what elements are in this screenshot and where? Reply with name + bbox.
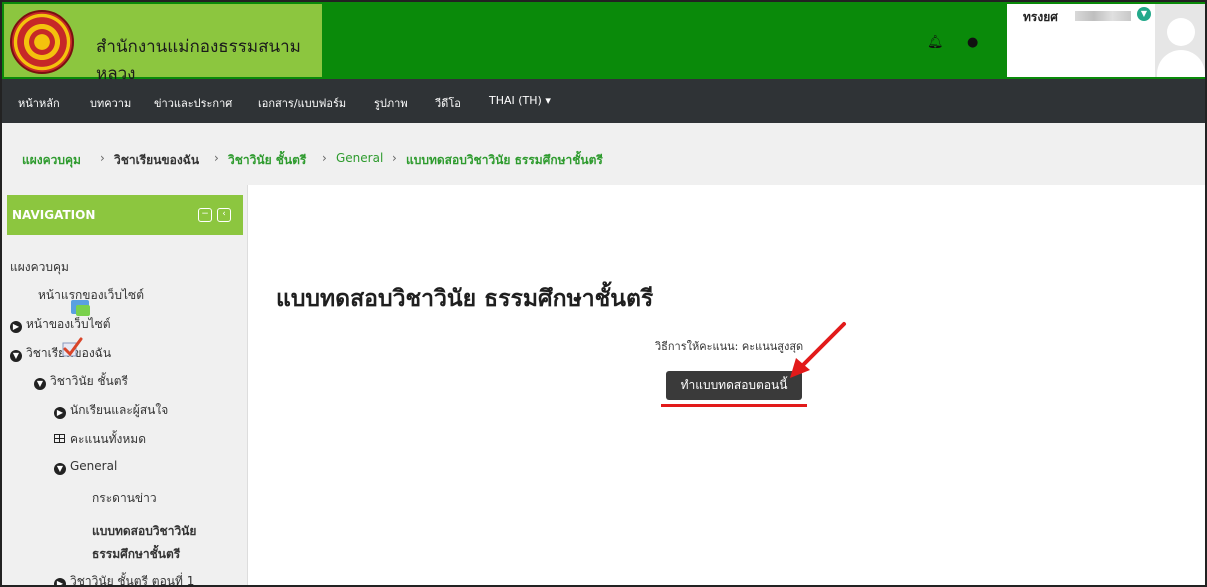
sidebar-item-section-1[interactable]: ▶ วิชาวินัย ชั้นตรี ตอนที่ 1 bbox=[54, 572, 194, 585]
quiz-icon bbox=[62, 337, 83, 357]
annotation-underline bbox=[661, 404, 807, 407]
chat-icon[interactable]: ● bbox=[967, 35, 978, 50]
breadcrumb-general[interactable]: General bbox=[336, 151, 383, 165]
breadcrumb: แผงควบคุม › วิชาเรียนของฉัน › วิชาวินัย … bbox=[2, 123, 1205, 185]
sidebar-item-label[interactable]: หน้าของเว็บไซต์ bbox=[26, 317, 111, 331]
main-navbar: หน้าหลัก บทความ ข่าวและประกาศ เอกสาร/แบบ… bbox=[2, 79, 1205, 123]
chevron-down-icon[interactable]: ▼ bbox=[1137, 7, 1151, 21]
nav-documents[interactable]: เอกสาร/แบบฟอร์ม bbox=[258, 94, 346, 112]
breadcrumb-separator: › bbox=[322, 151, 327, 165]
chevron-right-icon[interactable]: ▶ bbox=[54, 578, 66, 585]
sidebar-item-label[interactable]: แบบทดสอบวิชาวินัย bbox=[92, 524, 196, 538]
sidebar-item-label[interactable]: หน้าแรกของเว็บไซต์ bbox=[38, 288, 144, 302]
chevron-down-icon[interactable]: ▼ bbox=[10, 350, 22, 362]
sidebar-item-label[interactable]: General bbox=[70, 459, 117, 473]
sidebar-item-participants[interactable]: ▶ นักเรียนและผู้สนใจ bbox=[54, 401, 168, 420]
page-title: แบบทดสอบวิชาวินัย ธรรมศึกษาชั้นตรี bbox=[276, 286, 654, 312]
sidebar-item-label[interactable]: วิชาวินัย ชั้นตรี ตอนที่ 1 bbox=[70, 574, 194, 585]
sidebar-item-label[interactable]: ธรรมศึกษาชั้นตรี bbox=[92, 547, 180, 561]
avatar[interactable] bbox=[1155, 4, 1205, 77]
sidebar-item-label[interactable]: คะแนนทั้งหมด bbox=[70, 432, 146, 446]
sidebar-item-forum[interactable]: กระดานข่าว bbox=[92, 489, 157, 508]
chevron-right-icon[interactable]: ▶ bbox=[10, 321, 22, 333]
forum-icon-overlay bbox=[76, 305, 90, 316]
breadcrumb-my-courses[interactable]: วิชาเรียนของฉัน bbox=[114, 151, 199, 170]
breadcrumb-quiz[interactable]: แบบทดสอบวิชาวินัย ธรรมศึกษาชั้นตรี bbox=[406, 151, 603, 170]
sidebar-item-quiz-line2[interactable]: ธรรมศึกษาชั้นตรี bbox=[92, 545, 180, 564]
nav-home[interactable]: หน้าหลัก bbox=[18, 94, 60, 112]
sidebar-item-label[interactable]: นักเรียนและผู้สนใจ bbox=[70, 403, 168, 417]
breadcrumb-course[interactable]: วิชาวินัย ชั้นตรี bbox=[228, 151, 306, 170]
chevron-down-icon[interactable]: ▼ bbox=[54, 463, 66, 475]
sidebar-item-label[interactable]: กระดานข่าว bbox=[92, 491, 157, 505]
sidebar-item-course[interactable]: ▼ วิชาวินัย ชั้นตรี bbox=[34, 372, 128, 391]
chevron-down-icon[interactable]: ▼ bbox=[34, 378, 46, 390]
user-name[interactable]: ทรงยศ bbox=[1023, 8, 1058, 27]
collapse-icon[interactable]: − bbox=[198, 208, 212, 222]
breadcrumb-separator: › bbox=[214, 151, 219, 165]
navigation-header: NAVIGATION − ‹ bbox=[7, 195, 243, 235]
annotation-arrow-icon bbox=[790, 322, 846, 378]
sidebar-item-dashboard[interactable]: แผงควบคุม bbox=[10, 258, 69, 277]
user-name-redacted bbox=[1075, 11, 1131, 21]
grading-method: วิธีการให้คะแนน: คะแนนสูงสุด bbox=[655, 340, 804, 353]
language-menu[interactable]: THAI (TH) ▾ bbox=[489, 94, 551, 107]
sidebar-item-site-pages[interactable]: ▶ หน้าของเว็บไซต์ bbox=[10, 315, 111, 334]
site-logo bbox=[10, 10, 74, 74]
navigation-title: NAVIGATION bbox=[12, 208, 96, 222]
breadcrumb-separator: › bbox=[392, 151, 397, 165]
table-icon bbox=[54, 434, 65, 443]
page-frame: สำนักงานแม่กองธรรมสนามหลวง 🔔︎ ● ทรงยศ ▼ … bbox=[0, 0, 1207, 587]
sidebar-item-grades[interactable]: คะแนนทั้งหมด bbox=[54, 430, 146, 449]
nav-news[interactable]: ข่าวและประกาศ bbox=[154, 94, 232, 112]
bell-icon[interactable]: 🔔︎ bbox=[927, 35, 944, 50]
sidebar-item-site-home[interactable]: หน้าแรกของเว็บไซต์ bbox=[38, 286, 144, 305]
breadcrumb-dashboard[interactable]: แผงควบคุม bbox=[22, 151, 81, 170]
sidebar-item-label[interactable]: วิชาวินัย ชั้นตรี bbox=[50, 374, 128, 388]
chevron-right-icon[interactable]: ▶ bbox=[54, 407, 66, 419]
sidebar-item-quiz[interactable]: แบบทดสอบวิชาวินัย bbox=[92, 522, 196, 541]
sidebar-item-label[interactable]: แผงควบคุม bbox=[10, 260, 69, 274]
sidebar-item-general[interactable]: ▼ General bbox=[54, 459, 117, 475]
user-menu[interactable]: ทรงยศ ▼ bbox=[1007, 4, 1205, 77]
brand-area[interactable]: สำนักงานแม่กองธรรมสนามหลวง bbox=[4, 4, 322, 84]
nav-articles[interactable]: บทความ bbox=[90, 94, 131, 112]
nav-photos[interactable]: รูปภาพ bbox=[374, 94, 408, 112]
breadcrumb-separator: › bbox=[100, 151, 105, 165]
site-header: สำนักงานแม่กองธรรมสนามหลวง 🔔︎ ● ทรงยศ ▼ bbox=[2, 2, 1205, 84]
nav-videos[interactable]: วีดีโอ bbox=[435, 94, 461, 112]
dock-icon[interactable]: ‹ bbox=[217, 208, 231, 222]
